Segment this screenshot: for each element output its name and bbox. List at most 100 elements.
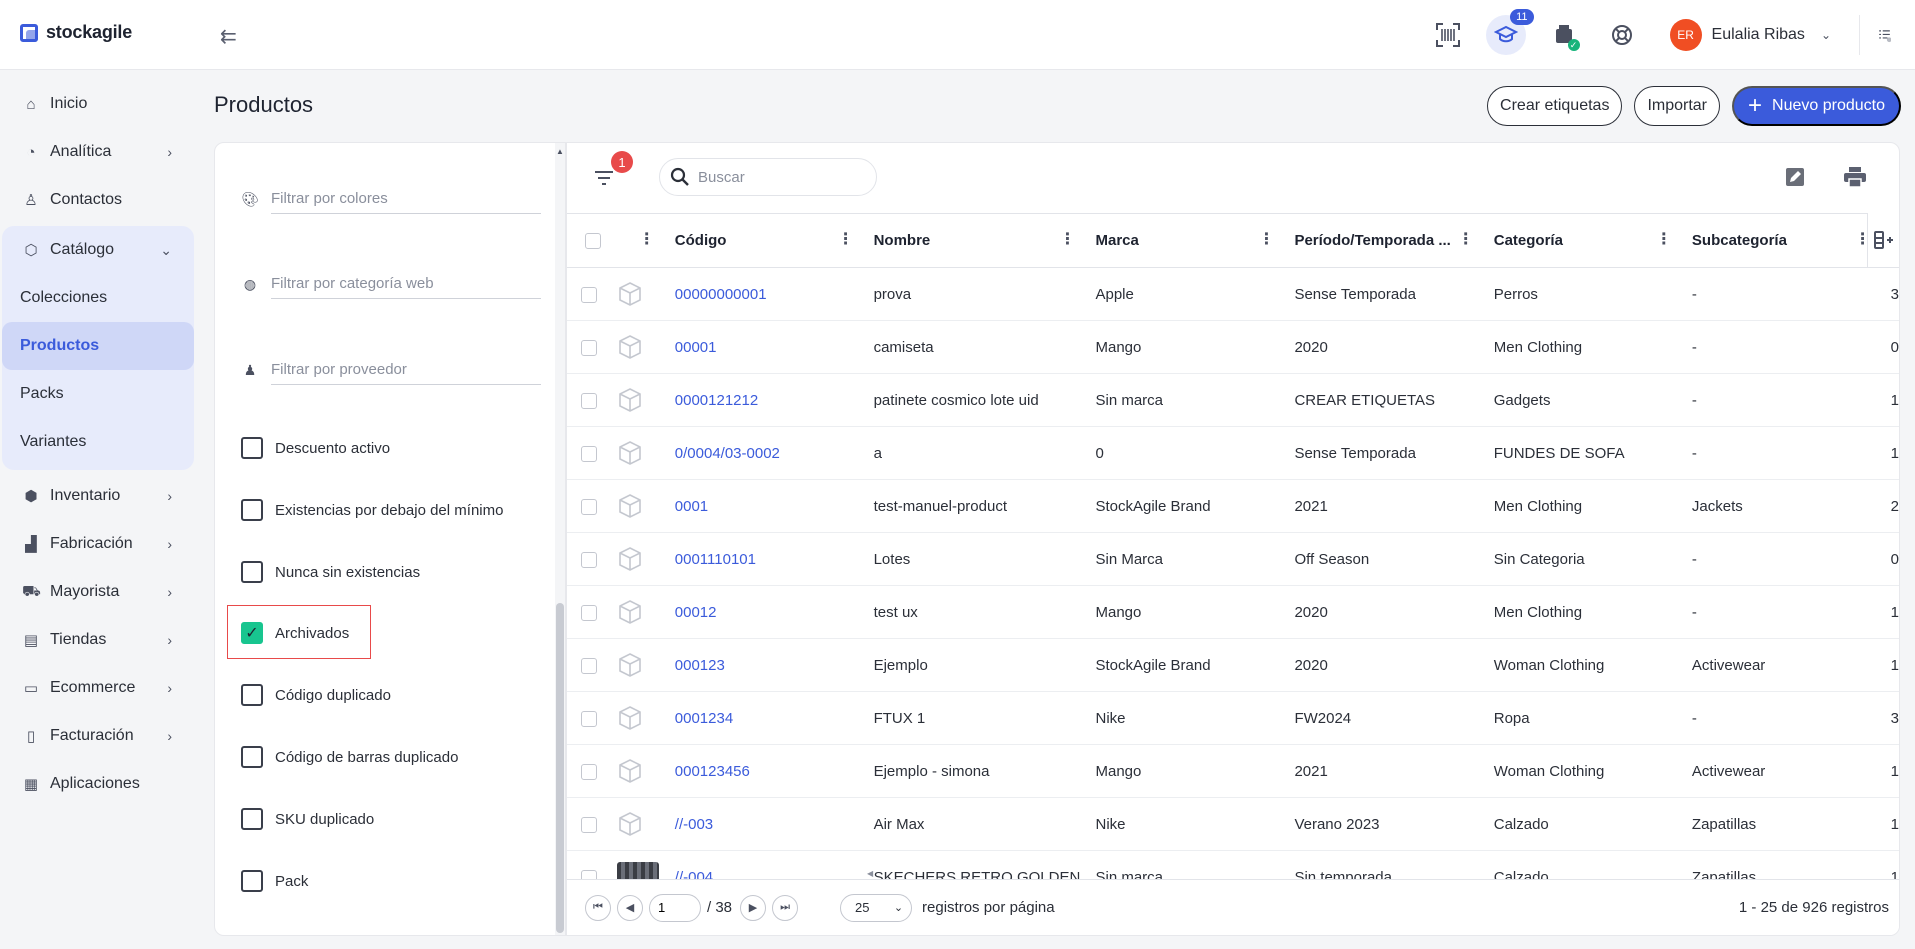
scroll-up-icon[interactable]: ▲ <box>556 147 564 156</box>
first-page-icon[interactable]: ⏮ <box>585 894 611 921</box>
row-checkbox[interactable] <box>581 445 597 462</box>
product-code-link[interactable]: 000123456 <box>675 763 750 780</box>
product-code-link[interactable]: 0001110101 <box>675 551 756 568</box>
barcode-scan-icon[interactable] <box>1428 15 1468 55</box>
row-select-cell[interactable] <box>567 479 609 533</box>
filter-archivados[interactable]: ✓ Archivados <box>241 622 349 644</box>
column-header-nombre[interactable]: Nombre ⋮ <box>865 213 1088 268</box>
printer-status-icon[interactable]: ✓ <box>1544 15 1584 55</box>
sidebar-item-facturacion[interactable]: ▯ Facturación › <box>2 712 194 760</box>
academy-icon[interactable]: 11 <box>1485 9 1534 55</box>
filter-below-minimum[interactable]: Existencias por debajo del mínimo <box>241 499 503 521</box>
filter-descuento-activo[interactable]: Descuento activo <box>241 437 390 459</box>
checkbox[interactable] <box>241 437 263 459</box>
webcat-filter-input[interactable] <box>271 269 541 299</box>
column-header-categoria[interactable]: Categoría ⋮ <box>1485 213 1684 268</box>
new-product-button[interactable]: + Nuevo producto <box>1732 86 1901 126</box>
checkbox[interactable] <box>241 746 263 768</box>
row-select-cell[interactable] <box>567 585 609 639</box>
sidebar-item-inicio[interactable]: ⌂ Inicio <box>2 80 194 128</box>
row-checkbox[interactable] <box>581 392 597 409</box>
page-number-input[interactable] <box>649 893 701 922</box>
column-header-subcategoria[interactable]: Subcategoría ⋮ <box>1683 213 1883 268</box>
product-code-link[interactable]: 0/0004/03-0002 <box>675 445 780 462</box>
sidebar-item-catalogo[interactable]: ⬡ Catálogo ⌄ <box>2 226 194 274</box>
column-header-codigo[interactable]: Código ⋮ <box>666 213 866 268</box>
column-menu-icon[interactable]: ⋮ <box>1458 232 1474 248</box>
row-checkbox[interactable] <box>581 710 597 727</box>
sidebar-subitem-colecciones[interactable]: Colecciones <box>2 274 194 322</box>
filter-duplicate-sku[interactable]: SKU duplicado <box>241 808 374 830</box>
product-code-link[interactable]: 0001234 <box>675 710 733 727</box>
row-checkbox[interactable] <box>581 604 597 621</box>
table-row[interactable]: 0/0004/03-0002 a 0 Sense Temporada FUNDES DE… <box>567 426 1899 480</box>
filter-duplicate-code[interactable]: Código duplicado <box>241 684 391 706</box>
sidebar-item-contactos[interactable]: ♙ Contactos <box>2 176 194 224</box>
checkbox[interactable] <box>241 561 263 583</box>
table-row[interactable]: 0001234 FTUX 1 Nike FW2024 Ropa -3 <box>567 691 1899 745</box>
product-code-link[interactable]: 0001 <box>675 498 708 515</box>
row-checkbox[interactable] <box>581 657 597 674</box>
table-row[interactable]: 0000121212 patinete cosmico lote uid Sin m… <box>567 373 1899 427</box>
product-code-link[interactable]: 000123 <box>675 657 725 674</box>
row-select-cell[interactable] <box>567 373 609 427</box>
sidebar-subitem-variantes[interactable]: Variantes <box>2 418 194 466</box>
sidebar-subitem-packs[interactable]: Packs <box>2 370 194 418</box>
filter-never-out-of-stock[interactable]: Nunca sin existencias <box>241 561 420 583</box>
product-code-link[interactable]: //-003 <box>675 816 713 833</box>
column-header-periodo[interactable]: Período/Temporada ... ⋮ <box>1286 213 1486 268</box>
filter-pack[interactable]: Pack <box>241 870 308 892</box>
sidebar-item-ecommerce[interactable]: ▭ Ecommerce › <box>2 664 194 712</box>
prev-page-icon[interactable]: ◀ <box>617 894 643 921</box>
row-select-cell[interactable] <box>567 320 609 374</box>
next-page-icon[interactable]: ▶ <box>740 894 767 921</box>
checkbox[interactable] <box>241 499 263 521</box>
product-code-link[interactable]: 00001 <box>675 339 717 356</box>
table-row[interactable]: 000123456 Ejemplo - simona Mango 2021 Woman … <box>567 744 1899 798</box>
row-select-cell[interactable] <box>567 797 609 851</box>
row-checkbox[interactable] <box>581 339 597 356</box>
scroll-left-icon[interactable]: ◀ <box>867 869 873 878</box>
table-row[interactable]: 00001 camiseta Mango 2020 Men Clothing -0 <box>567 320 1899 374</box>
product-code-link[interactable]: 00012 <box>675 604 717 621</box>
table-row[interactable]: 0001 test-manuel-product StockAgile Brand 2… <box>567 479 1899 533</box>
table-row[interactable]: 000123 Ejemplo StockAgile Brand 2020 Woman C… <box>567 638 1899 692</box>
support-icon[interactable] <box>1602 15 1642 55</box>
row-select-cell[interactable] <box>567 426 609 480</box>
select-all-checkbox[interactable] <box>585 233 601 250</box>
row-checkbox[interactable] <box>581 286 597 303</box>
column-header-marca[interactable]: Marca ⋮ <box>1087 213 1287 268</box>
app-logo[interactable]: stockagile <box>20 22 132 43</box>
row-checkbox[interactable] <box>581 763 597 780</box>
last-page-icon[interactable]: ⏭ <box>772 894 799 921</box>
table-row[interactable]: //-003 Air Max Nike Verano 2023 Calzado Zapat… <box>567 797 1899 851</box>
row-checkbox[interactable] <box>581 816 597 833</box>
select-all-header[interactable] <box>567 213 609 268</box>
sidebar-item-mayorista[interactable]: ⛟ Mayorista › <box>2 568 194 616</box>
table-row[interactable]: 00000000001 prova Apple Sense Temporada Perr… <box>567 267 1899 321</box>
column-menu-icon[interactable]: ⋮ <box>1656 232 1672 248</box>
user-menu[interactable]: ER Eulalia Ribas ⌄ <box>1669 19 1831 51</box>
edit-icon[interactable] <box>1781 163 1809 191</box>
task-list-icon[interactable] <box>1859 15 1891 55</box>
row-select-cell[interactable] <box>567 532 609 586</box>
filter-scrollbar[interactable]: ▲ <box>555 143 565 935</box>
product-code-link[interactable]: 00000000001 <box>675 286 767 303</box>
row-select-cell[interactable] <box>567 267 609 321</box>
print-icon[interactable] <box>1841 163 1869 191</box>
collapse-sidebar-icon[interactable]: ⇇ <box>220 24 237 49</box>
checkbox[interactable] <box>241 808 263 830</box>
per-page-select[interactable]: 25 ⌄ <box>840 893 913 922</box>
checkbox[interactable] <box>241 870 263 892</box>
column-menu-icon[interactable]: ⋮ <box>1059 232 1075 248</box>
sidebar-item-fabricacion[interactable]: ▟ Fabricación › <box>2 520 194 568</box>
checkbox[interactable] <box>241 684 263 706</box>
import-button[interactable]: Importar <box>1634 86 1721 126</box>
row-select-cell[interactable] <box>567 638 609 692</box>
table-row[interactable]: 00012 test ux Mango 2020 Men Clothing -1 <box>567 585 1899 639</box>
sidebar-item-tiendas[interactable]: ▤ Tiendas › <box>2 616 194 664</box>
column-menu-icon[interactable]: ⋮ <box>639 232 655 248</box>
sidebar-subitem-productos[interactable]: Productos <box>2 322 194 370</box>
row-checkbox[interactable] <box>581 551 597 568</box>
row-select-cell[interactable] <box>567 744 609 798</box>
